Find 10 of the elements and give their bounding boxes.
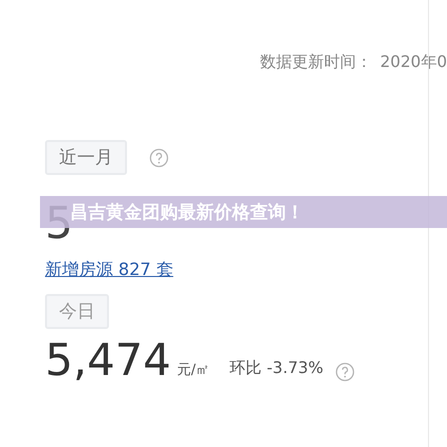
range-button[interactable]: 近一月 bbox=[45, 140, 127, 175]
price-unit: 元/㎡ bbox=[176, 360, 210, 380]
change-rate: 环比 -3.73% bbox=[230, 356, 324, 378]
banner-text: 昌吉黄金团购最新价格查询！ bbox=[70, 200, 304, 224]
new-listings-link[interactable]: 新增房源 827 套 bbox=[45, 260, 174, 280]
help-icon[interactable] bbox=[149, 148, 169, 168]
help-icon[interactable] bbox=[335, 362, 356, 382]
price-value: 5,474 bbox=[45, 338, 171, 382]
update-time-label: 数据更新时间： bbox=[260, 51, 372, 73]
range-button[interactable]: 今日 bbox=[45, 294, 109, 328]
